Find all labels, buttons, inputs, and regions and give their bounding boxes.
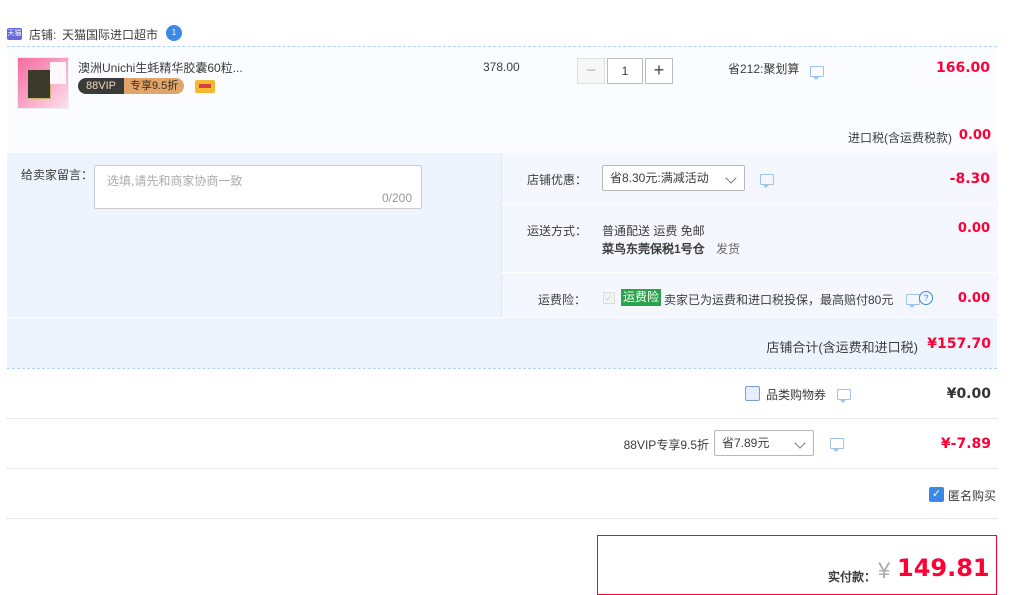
insurance-chat-icon[interactable] <box>906 294 920 308</box>
store-total-label: 店铺合计(含运费和进口税) <box>766 340 918 355</box>
store-discount-select[interactable]: 省8.30元:满减活动 <box>602 165 745 191</box>
vip-logo: 88VIP <box>78 78 124 94</box>
store-discount-value: -8.30 <box>949 171 990 187</box>
item-subtotal: 166.00 <box>935 60 990 76</box>
tmall-badge-text: 天猫 <box>7 30 22 37</box>
vip-row-label: 88VIP专享9.5折 <box>623 438 709 452</box>
qty-decrease-button[interactable]: − <box>577 58 605 84</box>
card-stripe <box>199 84 211 88</box>
vip-discount: 专享9.5折 <box>123 78 185 94</box>
options-divider-3 <box>7 317 997 318</box>
options-divider-2 <box>501 272 997 273</box>
product-title-link[interactable]: 澳洲Unichi生蚝精华胶囊60粒... <box>78 59 243 76</box>
store-discount-label: 店铺优惠： <box>527 173 588 187</box>
wangwang-badge: 1 <box>171 28 177 37</box>
message-counter: 0/200 <box>381 191 412 205</box>
product-image[interactable] <box>17 57 69 109</box>
tmall-icon: 天猫 <box>7 28 22 40</box>
shipping-method: 普通配送 运费 免邮 <box>602 224 705 238</box>
insurance-desc: 卖家已为运费和进口税投保，最高赔付80元 <box>664 293 894 307</box>
coupon-value: ¥0.00 <box>946 386 991 402</box>
vip-info-icon[interactable] <box>830 438 844 452</box>
import-tax-value: 0.00 <box>958 128 991 143</box>
wangwang-chat-icon[interactable]: 1 <box>166 25 182 41</box>
message-placeholder: 选填,请先和商家协商一致 <box>107 174 243 188</box>
anonymous-checkbox[interactable]: ✓ <box>929 487 944 502</box>
payment-currency: ¥ <box>878 558 891 583</box>
insurance-checkbox[interactable]: ✓ <box>603 292 615 304</box>
promo-info-icon[interactable] <box>810 66 824 80</box>
vip-divider <box>7 468 997 469</box>
payment-summary-box: 实付款： ¥ 149.81 <box>597 535 997 595</box>
product-image-inner <box>27 69 51 99</box>
anonymous-divider <box>7 518 997 519</box>
store-total-value: ¥157.70 <box>927 336 991 352</box>
anonymous-label: 匿名购买 <box>948 489 997 503</box>
options-divider-1 <box>501 204 997 205</box>
quantity-input[interactable]: 1 <box>607 58 643 84</box>
shop-name-link[interactable]: 天猫国际进口超市 <box>62 26 158 43</box>
vip-discount-selected: 省7.89元 <box>722 436 770 450</box>
coupon-label: 品类购物券 <box>766 388 827 402</box>
vip-value: ¥-7.89 <box>940 436 991 452</box>
card-pay-icon <box>195 80 215 93</box>
shop-label: 店铺: <box>29 28 57 42</box>
chevron-down-icon <box>794 437 806 449</box>
insurance-value: 0.00 <box>957 291 990 306</box>
shipping-warehouse: 菜鸟东莞保税1号仓 <box>602 242 705 256</box>
import-tax-label: 进口税(含运费税款) <box>848 131 952 145</box>
store-discount-info-icon[interactable] <box>760 174 774 188</box>
qty-increase-button[interactable]: + <box>645 58 673 84</box>
coupon-checkbox[interactable] <box>745 386 760 401</box>
vip-discount-select[interactable]: 省7.89元 <box>714 430 814 456</box>
store-total-divider <box>7 368 997 369</box>
payment-label: 实付款： <box>828 570 877 584</box>
coupon-divider <box>7 418 997 419</box>
store-discount-selected: 省8.30元:满减活动 <box>610 171 709 185</box>
coupon-info-icon[interactable] <box>837 389 851 403</box>
shipping-label: 运送方式： <box>527 224 588 238</box>
unit-price: 378.00 <box>483 60 520 74</box>
promo-text: 省212:聚划算 <box>728 62 800 76</box>
vip-badge: 88VIP 专享9.5折 <box>78 78 185 94</box>
product-image-badge <box>50 62 66 84</box>
message-textarea[interactable]: 选填,请先和商家协商一致 0/200 <box>94 165 422 209</box>
insurance-label: 运费险： <box>538 293 587 307</box>
insurance-tag: 运费险 <box>621 289 662 306</box>
chevron-down-icon <box>725 172 737 184</box>
shipping-note: 发货 <box>716 242 741 256</box>
message-label: 给卖家留言： <box>21 168 94 182</box>
payment-amount: 149.81 <box>897 554 990 582</box>
shipping-value: 0.00 <box>957 221 990 236</box>
